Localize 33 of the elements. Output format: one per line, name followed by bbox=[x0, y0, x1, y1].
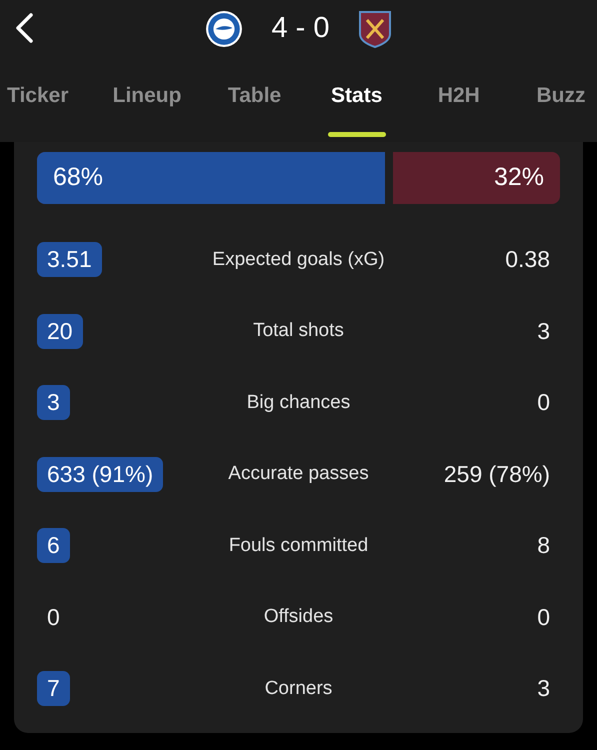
stat-value: 8 bbox=[536, 531, 551, 560]
stat-value-badge: 3 bbox=[37, 385, 70, 420]
stat-value: 3 bbox=[536, 316, 551, 346]
stat-label: Corners bbox=[264, 676, 334, 700]
tab[interactable]: H2H bbox=[430, 80, 488, 136]
stat-value-badge: 633 (91%) bbox=[37, 456, 164, 492]
stat-value: 0 bbox=[536, 388, 551, 418]
stat-label: Accurate passes bbox=[227, 462, 370, 486]
stat-value: 0 bbox=[46, 602, 61, 632]
back-icon[interactable] bbox=[14, 12, 34, 44]
tab[interactable]: Table bbox=[226, 80, 284, 136]
away-possession: 32% bbox=[494, 162, 544, 194]
stat-value-badge: 20 bbox=[37, 314, 83, 349]
home-possession: 68% bbox=[53, 162, 104, 194]
tab[interactable]: Ticker bbox=[7, 80, 68, 136]
stat-value: 3 bbox=[536, 674, 551, 704]
stat-label: Fouls committed bbox=[228, 534, 370, 558]
shield-crest-icon bbox=[358, 10, 392, 48]
stat-label: Big chances bbox=[246, 390, 352, 414]
stat-label: Expected goals (xG) bbox=[211, 248, 386, 272]
stat-value: 259 (78%) bbox=[442, 460, 551, 489]
stat-label: Offsides bbox=[262, 605, 334, 629]
tab[interactable]: Buzz bbox=[532, 80, 590, 136]
tab[interactable]: Lineup bbox=[112, 80, 182, 136]
stat-label: Total shots bbox=[252, 319, 345, 343]
stat-value-badge: 6 bbox=[37, 528, 70, 564]
match-score: 4 - 0 bbox=[271, 11, 330, 46]
club-crest-icon bbox=[205, 10, 244, 48]
stat-value: 0.38 bbox=[504, 245, 551, 274]
stat-value-badge: 3.51 bbox=[37, 242, 102, 278]
stat-value-badge: 7 bbox=[37, 671, 70, 706]
stat-value: 0 bbox=[536, 602, 551, 632]
tab[interactable]: Stats bbox=[328, 80, 386, 136]
